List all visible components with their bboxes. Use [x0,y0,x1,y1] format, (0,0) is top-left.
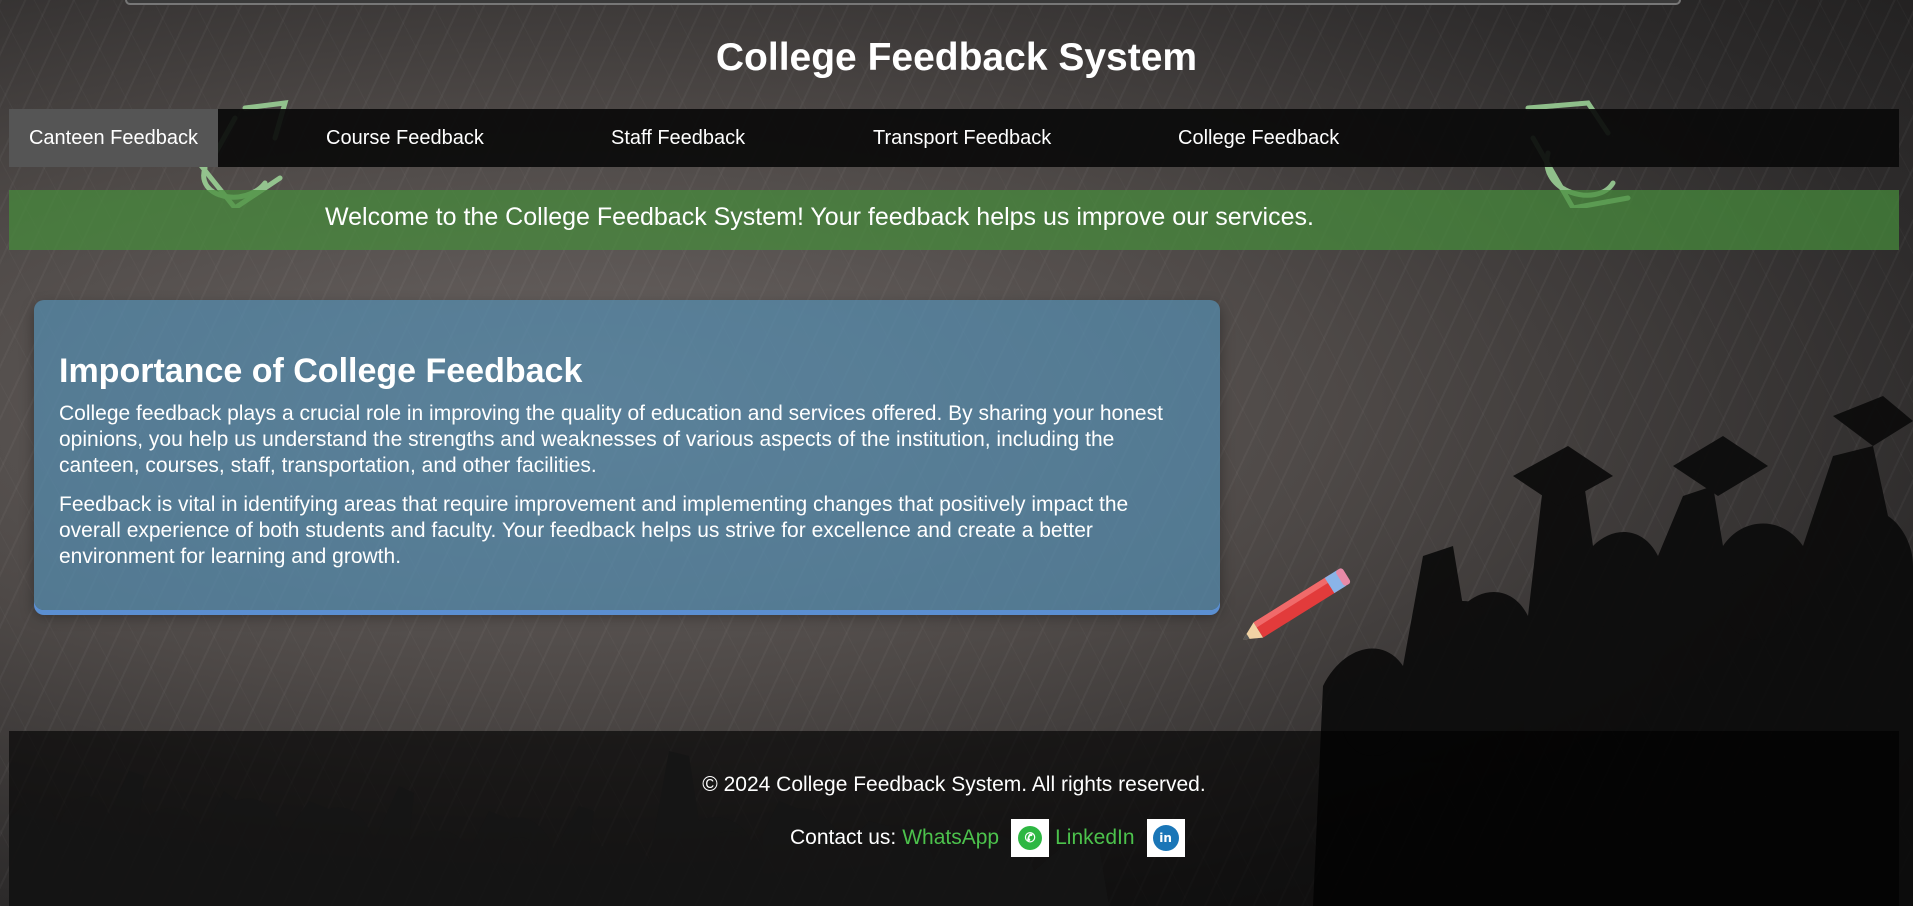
nav-item-transport-feedback[interactable]: Transport Feedback [873,109,1051,167]
card-paragraph: Feedback is vital in identifying areas t… [59,493,1129,568]
nav-item-canteen-feedback[interactable]: Canteen Feedback [9,109,218,167]
page-footer: © 2024 College Feedback System. All righ… [9,731,1899,906]
linkedin-link[interactable]: LinkedIn [1055,826,1134,850]
welcome-banner: Welcome to the College Feedback System! … [9,190,1899,250]
card-paragraph: College feedback plays a crucial role in… [59,402,1163,477]
nav-item-course-feedback[interactable]: Course Feedback [326,109,484,167]
whatsapp-icon[interactable]: ✆ [1011,819,1050,857]
linkedin-icon[interactable]: in [1146,819,1185,857]
nav-item-college-feedback[interactable]: College Feedback [1178,109,1339,167]
footer-contact-row: Contact us: WhatsApp ✆ LinkedIn in [790,819,1197,857]
whatsapp-link[interactable]: WhatsApp [902,826,999,850]
nav-item-staff-feedback[interactable]: Staff Feedback [611,109,745,167]
pencil-icon [1243,568,1351,640]
welcome-text: Welcome to the College Feedback System! … [325,203,1314,231]
importance-card: Importance of College Feedback College f… [34,300,1220,610]
footer-copyright: © 2024 College Feedback System. All righ… [702,773,1206,796]
page-title: College Feedback System [715,36,1198,79]
contact-label: Contact us: [790,826,897,849]
browser-top-edge [125,0,1681,5]
card-heading: Importance of College Feedback [59,352,583,390]
main-navbar: Canteen Feedback Course Feedback Staff F… [9,109,1899,167]
